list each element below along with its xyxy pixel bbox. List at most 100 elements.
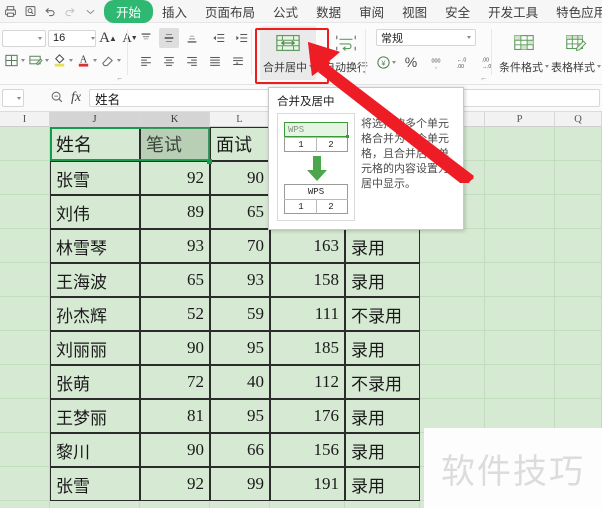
table-data-cell[interactable]: 112 (270, 365, 345, 399)
table-data-cell[interactable]: 刘丽丽 (50, 331, 140, 365)
table-data-cell[interactable]: 65 (210, 195, 270, 229)
grid-cell[interactable] (0, 399, 50, 433)
grid-cell[interactable] (50, 501, 140, 508)
table-data-cell[interactable]: 录用 (345, 433, 420, 467)
table-data-cell[interactable]: 不录用 (345, 365, 420, 399)
table-data-cell[interactable]: 66 (210, 433, 270, 467)
customize-caret-icon[interactable] (80, 1, 100, 21)
grid-cell[interactable] (485, 297, 555, 331)
table-data-cell[interactable]: 93 (210, 263, 270, 297)
grid-cell[interactable] (140, 501, 210, 508)
zoom-formula-icon[interactable] (50, 90, 64, 107)
merge-center-caret-icon[interactable] (309, 65, 313, 68)
table-data-cell[interactable]: 81 (140, 399, 210, 433)
currency-icon[interactable]: ¥ (376, 52, 396, 72)
grid-cell[interactable] (555, 229, 602, 263)
column-header-q[interactable]: Q (555, 112, 602, 127)
distribute-icon[interactable] (228, 51, 248, 71)
justify-icon[interactable] (205, 51, 225, 71)
tab-page-layout[interactable]: 页面布局 (196, 0, 264, 23)
tab-review[interactable]: 审阅 (350, 0, 393, 23)
table-data-cell[interactable]: 90 (140, 331, 210, 365)
tab-start[interactable]: 开始 (104, 0, 154, 23)
table-data-cell[interactable]: 156 (270, 433, 345, 467)
grid-cell[interactable] (420, 263, 485, 297)
table-data-cell[interactable]: 65 (140, 263, 210, 297)
table-data-cell[interactable]: 录用 (345, 229, 420, 263)
grid-cell[interactable] (555, 297, 602, 331)
column-header-j[interactable]: J (50, 112, 140, 127)
increase-font-size-icon[interactable]: A ▲ (98, 28, 118, 48)
table-data-cell[interactable]: 王梦丽 (50, 399, 140, 433)
table-data-cell[interactable]: 张萌 (50, 365, 140, 399)
grid-cell[interactable] (485, 229, 555, 263)
table-data-cell[interactable]: 孙杰辉 (50, 297, 140, 331)
increase-decimal-icon[interactable]: ←.0.00 (451, 52, 471, 72)
fill-handle[interactable] (207, 159, 212, 164)
grid-cell[interactable] (0, 127, 50, 161)
grid-cell[interactable] (0, 297, 50, 331)
align-middle-icon[interactable] (159, 28, 179, 48)
table-data-cell[interactable]: 185 (270, 331, 345, 365)
grid-cell[interactable] (485, 195, 555, 229)
grid-cell[interactable] (555, 331, 602, 365)
grid-cell[interactable] (555, 127, 602, 161)
table-data-cell[interactable]: 录用 (345, 331, 420, 365)
grid-cell[interactable] (555, 365, 602, 399)
table-data-cell[interactable]: 95 (210, 331, 270, 365)
tab-formula[interactable]: 公式 (264, 0, 307, 23)
percent-icon[interactable]: % (401, 52, 421, 72)
tab-security[interactable]: 安全 (436, 0, 479, 23)
decrease-decimal-icon[interactable]: .00 →.0 (476, 52, 496, 72)
table-data-cell[interactable]: 111 (270, 297, 345, 331)
table-data-cell[interactable]: 95 (210, 399, 270, 433)
grid-cell[interactable] (0, 229, 50, 263)
table-data-cell[interactable]: 90 (140, 433, 210, 467)
table-data-cell[interactable]: 张雪 (50, 467, 140, 501)
table-data-cell[interactable]: 158 (270, 263, 345, 297)
table-header-cell[interactable]: 笔试 (140, 127, 210, 161)
grid-cell[interactable] (485, 263, 555, 297)
tab-featured-apps[interactable]: 特色应用 (547, 0, 602, 23)
table-data-cell[interactable]: 93 (140, 229, 210, 263)
font-name-box[interactable] (2, 29, 46, 47)
grid-cell[interactable] (345, 501, 420, 508)
table-data-cell[interactable]: 99 (210, 467, 270, 501)
table-data-cell[interactable]: 张雪 (50, 161, 140, 195)
tab-data[interactable]: 数据 (307, 0, 350, 23)
table-data-cell[interactable]: 52 (140, 297, 210, 331)
column-header-k[interactable]: K (140, 112, 210, 127)
table-style-button[interactable]: 表格样式 (548, 26, 602, 80)
grid-cell[interactable] (0, 501, 50, 508)
decrease-indent-icon[interactable] (209, 28, 229, 48)
grid-cell[interactable] (555, 263, 602, 297)
cell-style-icon[interactable] (28, 50, 49, 70)
column-header-p[interactable]: P (485, 112, 555, 127)
table-data-cell[interactable]: 录用 (345, 467, 420, 501)
table-header-cell[interactable]: 面试 (210, 127, 270, 161)
grid-cell[interactable] (0, 263, 50, 297)
number-format-select[interactable]: 常规 (376, 29, 476, 46)
grid-cell[interactable] (0, 161, 50, 195)
table-data-cell[interactable]: 163 (270, 229, 345, 263)
align-right-icon[interactable] (182, 51, 202, 71)
merge-center-button[interactable]: 合并居中 (260, 26, 316, 80)
table-data-cell[interactable]: 王海波 (50, 263, 140, 297)
number-dialog-launcher[interactable]: ⌐ (481, 74, 486, 83)
print-icon[interactable] (0, 1, 20, 21)
table-data-cell[interactable]: 黎川 (50, 433, 140, 467)
tab-developer[interactable]: 开发工具 (479, 0, 547, 23)
borders-icon[interactable] (4, 50, 25, 70)
table-data-cell[interactable]: 刘伟 (50, 195, 140, 229)
table-data-cell[interactable]: 录用 (345, 263, 420, 297)
table-data-cell[interactable]: 70 (210, 229, 270, 263)
grid-cell[interactable] (0, 195, 50, 229)
redo-icon[interactable] (60, 1, 80, 21)
table-data-cell[interactable]: 90 (210, 161, 270, 195)
undo-icon[interactable] (40, 1, 60, 21)
table-data-cell[interactable]: 72 (140, 365, 210, 399)
align-top-icon[interactable] (136, 28, 156, 48)
table-data-cell[interactable]: 89 (140, 195, 210, 229)
table-data-cell[interactable]: 不录用 (345, 297, 420, 331)
name-box[interactable] (2, 89, 24, 107)
